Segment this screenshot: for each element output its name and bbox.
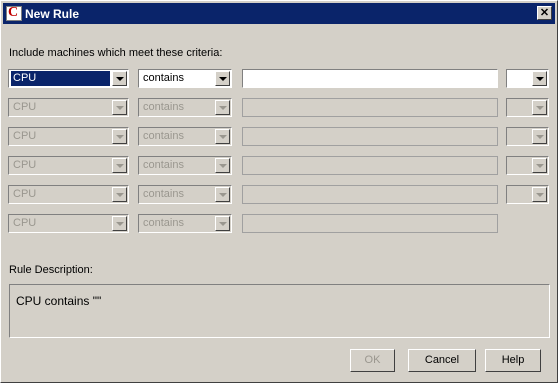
help-button[interactable]: Help [485, 349, 541, 372]
field-select-1[interactable]: CPU [8, 69, 129, 88]
operator-select-2: contains [138, 98, 232, 117]
new-rule-dialog: C New Rule ✕ Include machines which meet… [0, 0, 558, 383]
operator-select-value: contains [143, 130, 184, 142]
chevron-down-icon [532, 158, 547, 173]
field-select-value: CPU [13, 188, 37, 200]
field-select-value: CPU [13, 159, 37, 171]
operator-select-5: contains [138, 185, 232, 204]
chevron-down-icon [532, 129, 547, 144]
rule-description-box: CPU contains "" [9, 284, 550, 338]
window-title: New Rule [25, 7, 80, 21]
chevron-down-icon [215, 216, 230, 231]
chevron-down-icon [215, 158, 230, 173]
field-select-value: CPU [13, 130, 37, 142]
ok-button[interactable]: OK [350, 349, 395, 372]
chevron-down-icon[interactable] [215, 71, 230, 86]
chevron-down-icon[interactable] [532, 71, 547, 86]
operator-select-3: contains [138, 127, 232, 146]
field-select-5: CPU [8, 185, 129, 204]
chevron-down-icon [215, 100, 230, 115]
chevron-down-icon [532, 187, 547, 202]
description-label: Rule Description: [9, 264, 93, 276]
value-input-4 [242, 156, 498, 175]
field-select-2: CPU [8, 98, 129, 117]
criteria-label: Include machines which meet these criter… [9, 47, 223, 59]
connector-select-3 [506, 127, 549, 146]
field-select-value: CPU [11, 71, 110, 86]
value-input-5 [242, 185, 498, 204]
value-input-3 [242, 127, 498, 146]
connector-select-1[interactable] [506, 69, 549, 88]
operator-select-value: contains [143, 217, 184, 229]
chevron-down-icon [215, 129, 230, 144]
connector-select-4 [506, 156, 549, 175]
connector-select-2 [506, 98, 549, 117]
field-select-6: CPU [8, 214, 129, 233]
operator-select-4: contains [138, 156, 232, 175]
operator-select-value: contains [143, 101, 184, 113]
chevron-down-icon [112, 158, 127, 173]
value-input-1[interactable] [242, 69, 498, 88]
operator-select-1[interactable]: contains [138, 69, 232, 88]
field-select-3: CPU [8, 127, 129, 146]
field-select-4: CPU [8, 156, 129, 175]
value-input-6 [242, 214, 498, 233]
chevron-down-icon [532, 100, 547, 115]
chevron-down-icon [112, 129, 127, 144]
operator-select-value: contains [143, 72, 184, 84]
field-select-value: CPU [13, 101, 37, 113]
operator-select-value: contains [143, 188, 184, 200]
rule-description-text: CPU contains "" [16, 294, 102, 308]
app-c-icon: C [6, 5, 22, 21]
title-bar: C New Rule ✕ [3, 3, 555, 24]
connector-select-5 [506, 185, 549, 204]
value-input-2 [242, 98, 498, 117]
operator-select-value: contains [143, 159, 184, 171]
field-select-value: CPU [13, 217, 37, 229]
chevron-down-icon [112, 100, 127, 115]
close-icon[interactable]: ✕ [537, 6, 552, 20]
chevron-down-icon [112, 187, 127, 202]
chevron-down-icon[interactable] [112, 71, 127, 86]
chevron-down-icon [215, 187, 230, 202]
operator-select-6: contains [138, 214, 232, 233]
cancel-button[interactable]: Cancel [408, 349, 476, 372]
chevron-down-icon [112, 216, 127, 231]
